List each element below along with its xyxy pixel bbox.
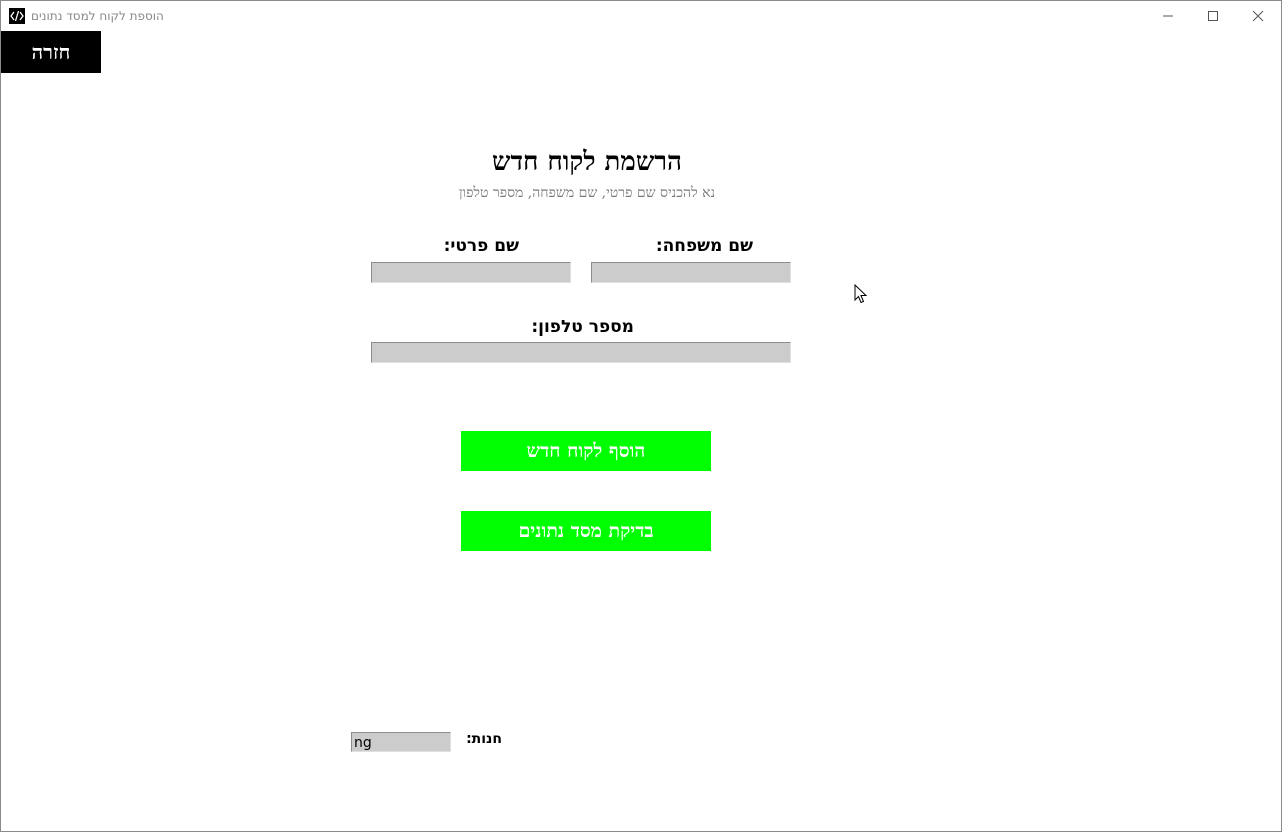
- phone-label: מספר טלפון:: [531, 317, 634, 337]
- title-bar[interactable]: הוספת לקוח למסד נתונים: [1, 1, 1281, 31]
- last-name-field[interactable]: [591, 262, 791, 283]
- last-name-label: שם משפחה:: [655, 236, 753, 256]
- back-button[interactable]: חזרה: [1, 31, 101, 73]
- app-window: הוספת לקוח למסד נתונים חזרה הרשמת לקוח ח…: [0, 0, 1282, 832]
- phone-field[interactable]: [371, 342, 791, 363]
- add-customer-button[interactable]: הוסף לקוח חדש: [461, 431, 711, 471]
- store-field[interactable]: ng: [351, 732, 451, 752]
- minimize-button[interactable]: [1145, 1, 1191, 31]
- mouse-pointer-icon: [854, 283, 868, 308]
- page-subtitle: נא להכניס שם פרטי, שם משפחה, מספר טלפון: [458, 185, 716, 201]
- window-title: הוספת לקוח למסד נתונים: [31, 9, 164, 23]
- minimize-icon: [1162, 7, 1174, 26]
- maximize-icon: [1207, 7, 1219, 26]
- code-brackets-icon: [9, 8, 25, 24]
- first-name-field[interactable]: [371, 262, 571, 283]
- first-name-label: שם פרטי:: [443, 236, 519, 256]
- close-button[interactable]: [1235, 1, 1281, 31]
- page-title: הרשמת לקוח חדש: [492, 147, 682, 177]
- check-database-button[interactable]: בדיקת מסד נתונים: [461, 511, 711, 551]
- store-label: חנות:: [466, 731, 502, 747]
- maximize-button[interactable]: [1190, 1, 1236, 31]
- close-icon: [1252, 7, 1264, 26]
